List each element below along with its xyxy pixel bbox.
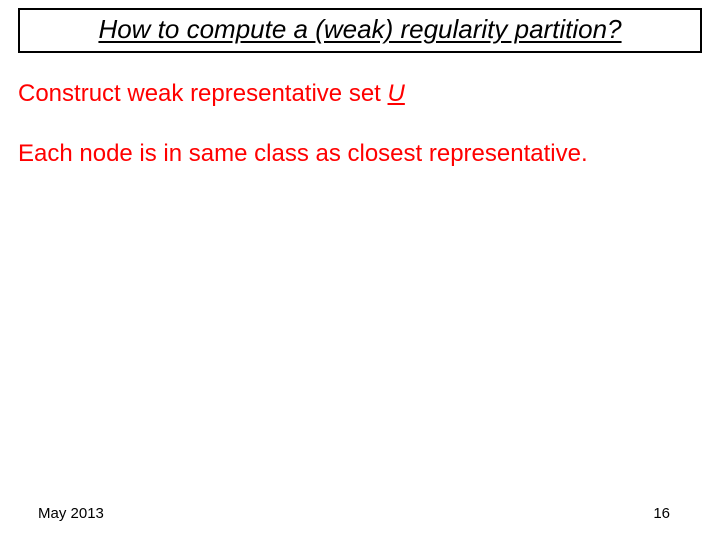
body-line-1-text: Construct weak representative set [18, 80, 388, 107]
slide-title-box: How to compute a (weak) regularity parti… [18, 8, 702, 53]
body-line-2: Each node is in same class as closest re… [18, 140, 588, 168]
body-line-1: Construct weak representative set U [18, 80, 405, 108]
footer-date: May 2013 [38, 505, 104, 522]
slide-title: How to compute a (weak) regularity parti… [98, 14, 621, 44]
footer-page-number: 16 [653, 505, 670, 522]
variable-U: U [388, 80, 405, 107]
